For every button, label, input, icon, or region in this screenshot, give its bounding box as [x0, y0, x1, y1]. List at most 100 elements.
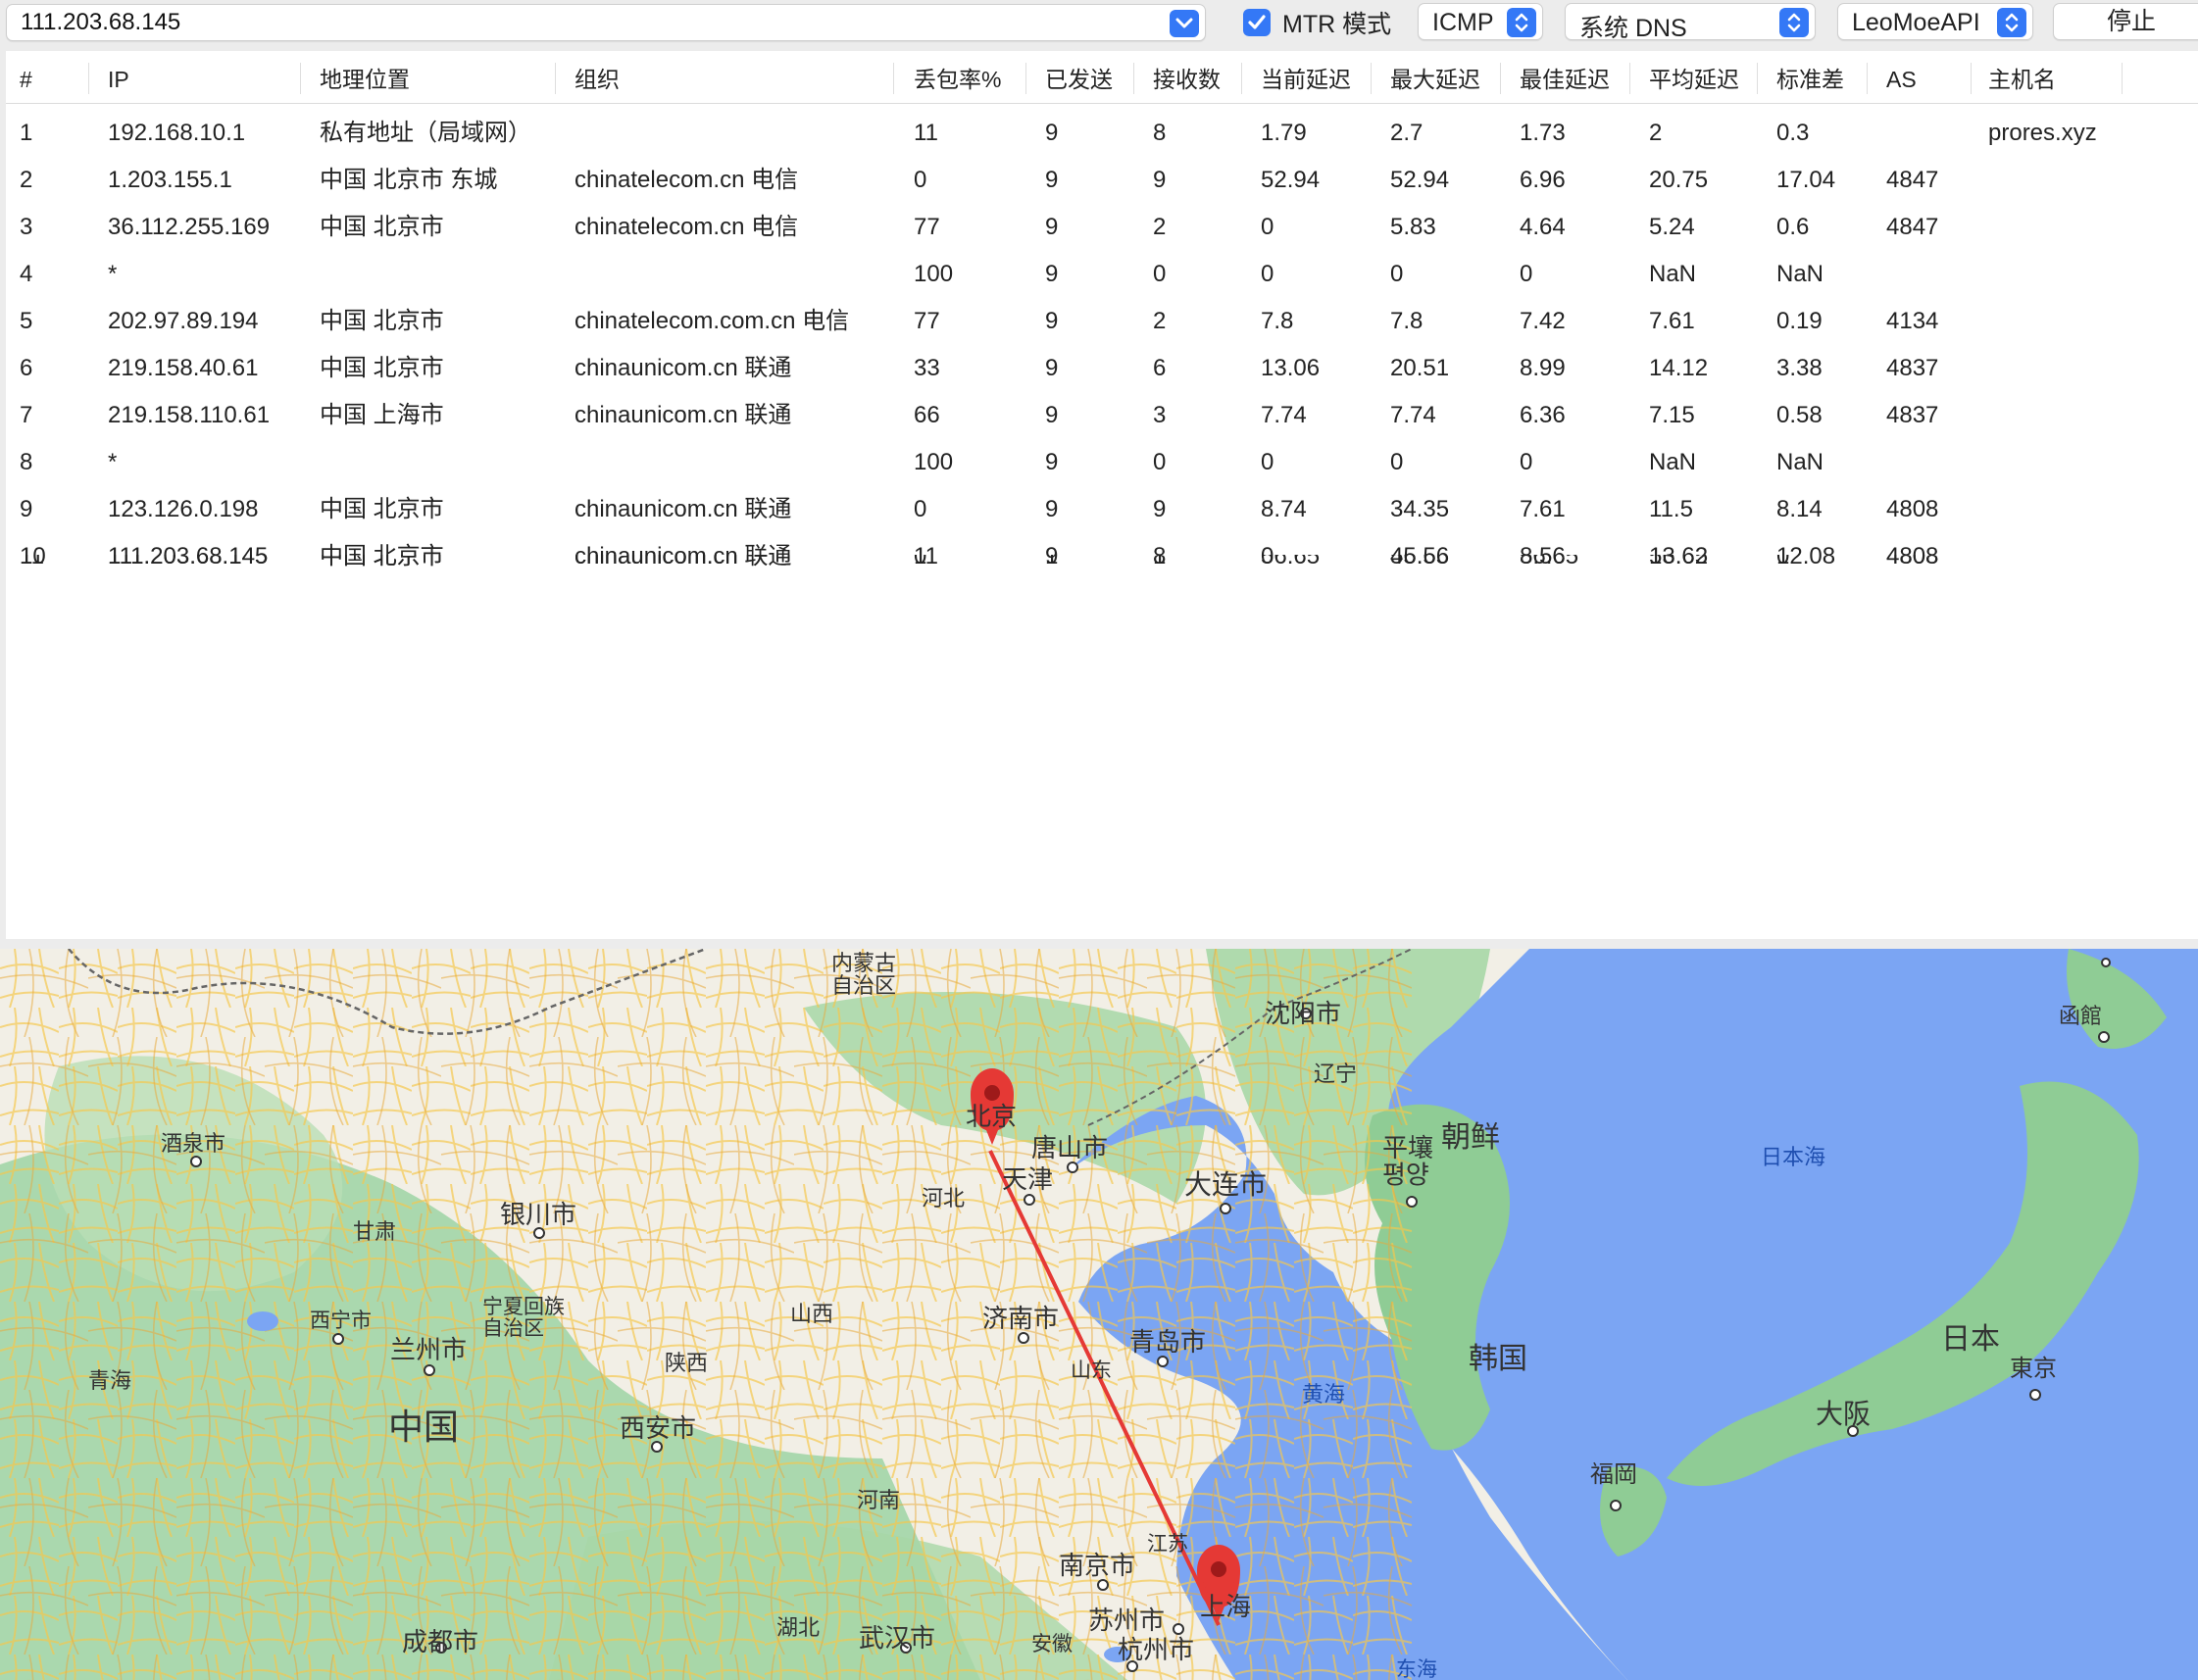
table-row[interactable]: 8 * 100 9 0 0 0 0 NaN NaN [6, 439, 2198, 486]
cell-location: 中国 北京市 [320, 355, 444, 381]
column-divider[interactable] [88, 63, 89, 94]
column-header-stdev[interactable]: 标准差 [1776, 51, 1844, 104]
column-divider[interactable] [300, 63, 301, 94]
dns-select[interactable]: 系统 DNS [1565, 3, 1816, 42]
cell-hostname [1988, 157, 2184, 204]
cell-asn: 4847 [1886, 214, 1939, 240]
table-row[interactable]: 7 219.158.110.61 中国 上海市 chinaunicom.cn 联通 66… [6, 392, 2198, 439]
geo-api-select[interactable]: LeoMoeAPI [1837, 3, 2033, 40]
column-header-ip[interactable]: IP [108, 51, 129, 104]
cell-worst: 5.83 [1390, 214, 1436, 240]
cell-worst: 2.7 [1390, 120, 1424, 146]
column-divider[interactable] [2122, 63, 2123, 94]
cell-avg: NaN [1649, 261, 1697, 287]
cell-sent: 9 [1045, 167, 1059, 193]
column-header-asn[interactable]: AS [1886, 51, 1917, 104]
cell-recv: 8 [1153, 120, 1167, 146]
cell-loss: 0 [914, 555, 927, 569]
host-input[interactable] [21, 9, 1148, 36]
column-divider[interactable] [1500, 63, 1501, 94]
column-divider[interactable] [1025, 63, 1026, 94]
column-divider[interactable] [1867, 63, 1868, 94]
protocol-select[interactable]: ICMP [1418, 3, 1543, 40]
column-header-org[interactable]: 组织 [574, 51, 620, 104]
column-header-location[interactable]: 地理位置 [320, 51, 410, 104]
route-map[interactable]: 内蒙古自治区 沈阳市 辽宁 函館 酒泉市 北京 唐山市 天津 平壤 평양 大连市 … [0, 949, 2198, 1680]
host-history-button[interactable] [1170, 10, 1199, 37]
chevron-down-icon [1175, 18, 1193, 28]
dns-value: 系统 DNS [1579, 15, 1687, 42]
map-canvas[interactable]: 内蒙古自治区 沈阳市 辽宁 函館 酒泉市 北京 唐山市 天津 平壤 평양 大连市 … [0, 949, 2198, 1680]
cell-last: 8.74 [1261, 496, 1307, 522]
table-row[interactable]: 3 36.112.255.169 中国 北京市 chinatelecom.cn 电信 7… [6, 204, 2198, 251]
label-shaanxi: 陕西 [665, 1352, 708, 1376]
column-header-avg[interactable]: 平均延迟 [1649, 51, 1739, 104]
cell-sent: 9 [1045, 449, 1059, 475]
cell-location [320, 251, 565, 298]
column-divider[interactable] [555, 63, 556, 94]
stop-button[interactable]: 停止 [2053, 3, 2198, 40]
cell-location: 私有地址（局域网） [320, 120, 531, 146]
column-header-hostname[interactable]: 主机名 [1988, 51, 2056, 104]
table-row[interactable]: 5 202.97.89.194 中国 北京市 chinatelecom.com.cn … [6, 298, 2198, 345]
table-row[interactable]: 1 192.168.10.1 私有地址（局域网） 11 9 8 1.79 2.7 1.73 2 0.… [6, 110, 2198, 157]
column-divider[interactable] [1371, 63, 1372, 94]
column-divider[interactable] [1757, 63, 1758, 94]
column-header-sent[interactable]: 已发送 [1045, 51, 1113, 104]
table-row[interactable]: 11 111.203.68.145 中国 北京市 chinaunicom.cn 联通 0… [6, 555, 2198, 576]
mtr-mode-toggle[interactable]: MTR 模式 [1243, 6, 1391, 39]
cell-asn: 4837 [1886, 402, 1939, 428]
column-header-best[interactable]: 最佳延迟 [1520, 51, 1610, 104]
cell-location: 中国 北京市 [320, 496, 444, 522]
cell-hostname [1988, 298, 2184, 345]
cell-loss: 0 [914, 496, 927, 522]
column-divider[interactable] [1971, 63, 1972, 94]
table-row[interactable]: 2 1.203.155.1 中国 北京市 东城 chinatelecom.cn 电信 0… [6, 157, 2198, 204]
column-header-index[interactable]: # [20, 51, 32, 104]
cell-ip: 192.168.10.1 [108, 120, 246, 146]
cell-ip: 111.203.68.145 [108, 555, 269, 569]
cell-location [320, 439, 565, 486]
cell-sent: 1 [1045, 555, 1059, 569]
cell-asn: 4837 [1886, 355, 1939, 381]
cell-asn [1886, 439, 1974, 486]
column-header-loss[interactable]: 丢包率% [914, 51, 1001, 104]
label-qinghai: 青海 [88, 1369, 131, 1394]
column-header-recv[interactable]: 接收数 [1153, 51, 1221, 104]
label-hakodate: 函館 [2059, 1005, 2102, 1029]
label-dalian: 大连市 [1184, 1168, 1267, 1201]
cell-asn: 4847 [1886, 167, 1939, 193]
cell-org: chinaunicom.cn 联通 [574, 402, 792, 428]
label-liaoning: 辽宁 [1314, 1062, 1357, 1087]
cell-ip: 219.158.40.61 [108, 355, 259, 381]
geo-api-value: LeoMoeAPI [1852, 9, 1980, 36]
column-header-worst[interactable]: 最大延迟 [1390, 51, 1480, 104]
mtr-mode-checkbox[interactable] [1243, 9, 1271, 36]
label-hangzhou: 杭州市 [1118, 1636, 1194, 1665]
label-jiuquan: 酒泉市 [161, 1132, 225, 1157]
table-row[interactable]: 6 219.158.40.61 中国 北京市 chinaunicom.cn 联通 33 9… [6, 345, 2198, 392]
cell-index: 7 [20, 402, 33, 428]
label-xian: 西安市 [620, 1414, 696, 1444]
cell-asn: 4808 [1886, 555, 1939, 569]
cell-worst: 52.94 [1390, 167, 1450, 193]
column-divider[interactable] [893, 63, 894, 94]
table-row[interactable]: 9 123.126.0.198 中国 北京市 chinaunicom.cn 联通 0 9 9… [6, 486, 2198, 533]
table-row[interactable]: 4 * 100 9 0 0 0 0 NaN NaN [6, 251, 2198, 298]
cell-index: 3 [20, 214, 33, 240]
cell-stdev: 8.14 [1776, 496, 1823, 522]
cell-last: 7.8 [1261, 308, 1294, 334]
column-header-last[interactable]: 当前延迟 [1261, 51, 1351, 104]
column-divider[interactable] [1241, 63, 1242, 94]
column-divider[interactable] [1629, 63, 1630, 94]
label-yinchuan: 银川市 [500, 1201, 576, 1230]
updown-chevron-icon [1779, 8, 1809, 37]
label-north-korea: 朝鲜 [1441, 1120, 1500, 1155]
cell-recv: 0 [1153, 261, 1167, 287]
checkmark-icon [1248, 15, 1266, 29]
host-combobox[interactable] [6, 4, 1206, 41]
cell-last: 0 [1261, 261, 1274, 287]
cell-ip: * [108, 261, 118, 287]
cell-location: 中国 北京市 东城 [320, 167, 498, 193]
column-divider[interactable] [1133, 63, 1134, 94]
